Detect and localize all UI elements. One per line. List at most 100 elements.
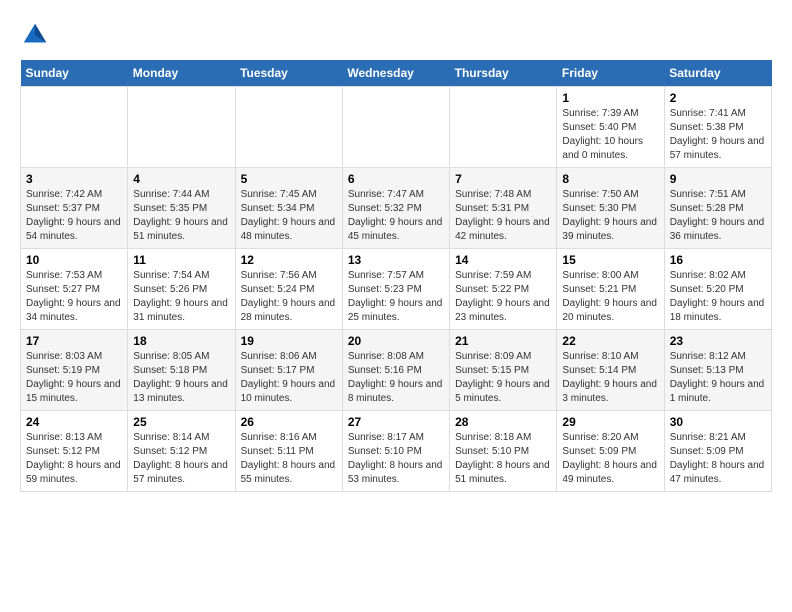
day-number: 15 — [562, 253, 658, 267]
day-info: Sunrise: 8:09 AMSunset: 5:15 PMDaylight:… — [455, 350, 551, 406]
calendar-week-row: 3 Sunrise: 7:42 AMSunset: 5:37 PMDaylight… — [21, 168, 772, 249]
day-info: Sunrise: 7:56 AMSunset: 5:24 PMDaylight:… — [241, 269, 337, 325]
calendar-cell: 22 Sunrise: 8:10 AMSunset: 5:14 PMDayligh… — [557, 330, 664, 411]
calendar-cell: 8 Sunrise: 7:50 AMSunset: 5:30 PMDaylight… — [557, 168, 664, 249]
calendar-cell — [235, 87, 342, 168]
calendar-cell: 23Sunrise: 8:12 AMSunset: 5:13 PMDayligh… — [664, 330, 771, 411]
day-info: Sunrise: 7:57 AMSunset: 5:23 PMDaylight:… — [348, 269, 444, 325]
calendar-cell: 20 Sunrise: 8:08 AMSunset: 5:16 PMDayligh… — [342, 330, 449, 411]
calendar-cell: 11 Sunrise: 7:54 AMSunset: 5:26 PMDayligh… — [128, 249, 235, 330]
day-number: 21 — [455, 334, 551, 348]
logo — [20, 20, 54, 50]
day-number: 26 — [241, 415, 337, 429]
day-info: Sunrise: 7:41 AMSunset: 5:38 PMDaylight:… — [670, 107, 766, 163]
calendar-cell: 29Sunrise: 8:20 AMSunset: 5:09 PMDayligh… — [557, 411, 664, 492]
weekday-header: Wednesday — [342, 60, 449, 87]
day-number: 14 — [455, 253, 551, 267]
calendar-cell — [450, 87, 557, 168]
calendar-cell: 19Sunrise: 8:06 AMSunset: 5:17 PMDayligh… — [235, 330, 342, 411]
calendar-cell: 25 Sunrise: 8:14 AMSunset: 5:12 PMDayligh… — [128, 411, 235, 492]
day-number: 8 — [562, 172, 658, 186]
calendar-week-row: 24Sunrise: 8:13 AMSunset: 5:12 PMDayligh… — [21, 411, 772, 492]
day-info: Sunrise: 8:12 AMSunset: 5:13 PMDaylight:… — [670, 350, 766, 406]
day-number: 1 — [562, 91, 658, 105]
day-info: Sunrise: 8:14 AMSunset: 5:12 PMDaylight:… — [133, 431, 229, 487]
weekday-header: Tuesday — [235, 60, 342, 87]
day-info: Sunrise: 8:13 AMSunset: 5:12 PMDaylight:… — [26, 431, 122, 487]
day-number: 30 — [670, 415, 766, 429]
calendar-cell: 21 Sunrise: 8:09 AMSunset: 5:15 PMDayligh… — [450, 330, 557, 411]
calendar-cell: 1 Sunrise: 7:39 AMSunset: 5:40 PMDaylight… — [557, 87, 664, 168]
calendar-cell: 27 Sunrise: 8:17 AMSunset: 5:10 PMDayligh… — [342, 411, 449, 492]
day-number: 18 — [133, 334, 229, 348]
calendar-header-row: SundayMondayTuesdayWednesdayThursdayFrid… — [21, 60, 772, 87]
calendar-cell: 24Sunrise: 8:13 AMSunset: 5:12 PMDayligh… — [21, 411, 128, 492]
page-header — [20, 20, 772, 50]
weekday-header: Friday — [557, 60, 664, 87]
weekday-header: Saturday — [664, 60, 771, 87]
calendar-cell: 15 Sunrise: 8:00 AMSunset: 5:21 PMDayligh… — [557, 249, 664, 330]
day-info: Sunrise: 7:54 AMSunset: 5:26 PMDaylight:… — [133, 269, 229, 325]
day-info: Sunrise: 7:45 AMSunset: 5:34 PMDaylight:… — [241, 188, 337, 244]
day-info: Sunrise: 7:42 AMSunset: 5:37 PMDaylight:… — [26, 188, 122, 244]
day-number: 6 — [348, 172, 444, 186]
day-number: 27 — [348, 415, 444, 429]
day-info: Sunrise: 7:50 AMSunset: 5:30 PMDaylight:… — [562, 188, 658, 244]
calendar-cell: 4 Sunrise: 7:44 AMSunset: 5:35 PMDaylight… — [128, 168, 235, 249]
day-number: 13 — [348, 253, 444, 267]
day-number: 2 — [670, 91, 766, 105]
day-number: 12 — [241, 253, 337, 267]
calendar-week-row: 17 Sunrise: 8:03 AMSunset: 5:19 PMDayligh… — [21, 330, 772, 411]
calendar-cell: 6 Sunrise: 7:47 AMSunset: 5:32 PMDaylight… — [342, 168, 449, 249]
day-number: 3 — [26, 172, 122, 186]
day-info: Sunrise: 8:10 AMSunset: 5:14 PMDaylight:… — [562, 350, 658, 406]
calendar-cell: 14 Sunrise: 7:59 AMSunset: 5:22 PMDayligh… — [450, 249, 557, 330]
calendar-week-row: 1 Sunrise: 7:39 AMSunset: 5:40 PMDaylight… — [21, 87, 772, 168]
weekday-header: Monday — [128, 60, 235, 87]
day-number: 16 — [670, 253, 766, 267]
day-number: 9 — [670, 172, 766, 186]
calendar-cell: 9Sunrise: 7:51 AMSunset: 5:28 PMDaylight… — [664, 168, 771, 249]
calendar-cell: 13 Sunrise: 7:57 AMSunset: 5:23 PMDayligh… — [342, 249, 449, 330]
day-info: Sunrise: 7:59 AMSunset: 5:22 PMDaylight:… — [455, 269, 551, 325]
calendar-cell — [21, 87, 128, 168]
day-info: Sunrise: 7:47 AMSunset: 5:32 PMDaylight:… — [348, 188, 444, 244]
day-info: Sunrise: 7:39 AMSunset: 5:40 PMDaylight:… — [562, 107, 658, 163]
calendar-cell: 2 Sunrise: 7:41 AMSunset: 5:38 PMDaylight… — [664, 87, 771, 168]
day-info: Sunrise: 8:02 AMSunset: 5:20 PMDaylight:… — [670, 269, 766, 325]
day-number: 25 — [133, 415, 229, 429]
day-number: 7 — [455, 172, 551, 186]
logo-icon — [20, 20, 50, 50]
day-info: Sunrise: 8:08 AMSunset: 5:16 PMDaylight:… — [348, 350, 444, 406]
calendar: SundayMondayTuesdayWednesdayThursdayFrid… — [20, 60, 772, 492]
weekday-header: Thursday — [450, 60, 557, 87]
weekday-header: Sunday — [21, 60, 128, 87]
calendar-cell: 16 Sunrise: 8:02 AMSunset: 5:20 PMDayligh… — [664, 249, 771, 330]
calendar-cell: 7 Sunrise: 7:48 AMSunset: 5:31 PMDaylight… — [450, 168, 557, 249]
day-number: 20 — [348, 334, 444, 348]
calendar-cell — [128, 87, 235, 168]
day-info: Sunrise: 8:20 AMSunset: 5:09 PMDaylight:… — [562, 431, 658, 487]
day-info: Sunrise: 8:17 AMSunset: 5:10 PMDaylight:… — [348, 431, 444, 487]
day-number: 19 — [241, 334, 337, 348]
calendar-cell: 10Sunrise: 7:53 AMSunset: 5:27 PMDayligh… — [21, 249, 128, 330]
day-info: Sunrise: 8:05 AMSunset: 5:18 PMDaylight:… — [133, 350, 229, 406]
calendar-cell: 28Sunrise: 8:18 AMSunset: 5:10 PMDayligh… — [450, 411, 557, 492]
day-number: 28 — [455, 415, 551, 429]
day-info: Sunrise: 8:00 AMSunset: 5:21 PMDaylight:… — [562, 269, 658, 325]
day-info: Sunrise: 7:44 AMSunset: 5:35 PMDaylight:… — [133, 188, 229, 244]
calendar-cell: 12 Sunrise: 7:56 AMSunset: 5:24 PMDayligh… — [235, 249, 342, 330]
calendar-cell — [342, 87, 449, 168]
day-info: Sunrise: 7:48 AMSunset: 5:31 PMDaylight:… — [455, 188, 551, 244]
day-number: 17 — [26, 334, 122, 348]
day-number: 5 — [241, 172, 337, 186]
day-number: 11 — [133, 253, 229, 267]
calendar-week-row: 10Sunrise: 7:53 AMSunset: 5:27 PMDayligh… — [21, 249, 772, 330]
calendar-cell: 3 Sunrise: 7:42 AMSunset: 5:37 PMDaylight… — [21, 168, 128, 249]
day-number: 4 — [133, 172, 229, 186]
calendar-cell: 26 Sunrise: 8:16 AMSunset: 5:11 PMDayligh… — [235, 411, 342, 492]
day-info: Sunrise: 8:16 AMSunset: 5:11 PMDaylight:… — [241, 431, 337, 487]
calendar-cell: 18 Sunrise: 8:05 AMSunset: 5:18 PMDayligh… — [128, 330, 235, 411]
day-info: Sunrise: 8:03 AMSunset: 5:19 PMDaylight:… — [26, 350, 122, 406]
day-number: 22 — [562, 334, 658, 348]
